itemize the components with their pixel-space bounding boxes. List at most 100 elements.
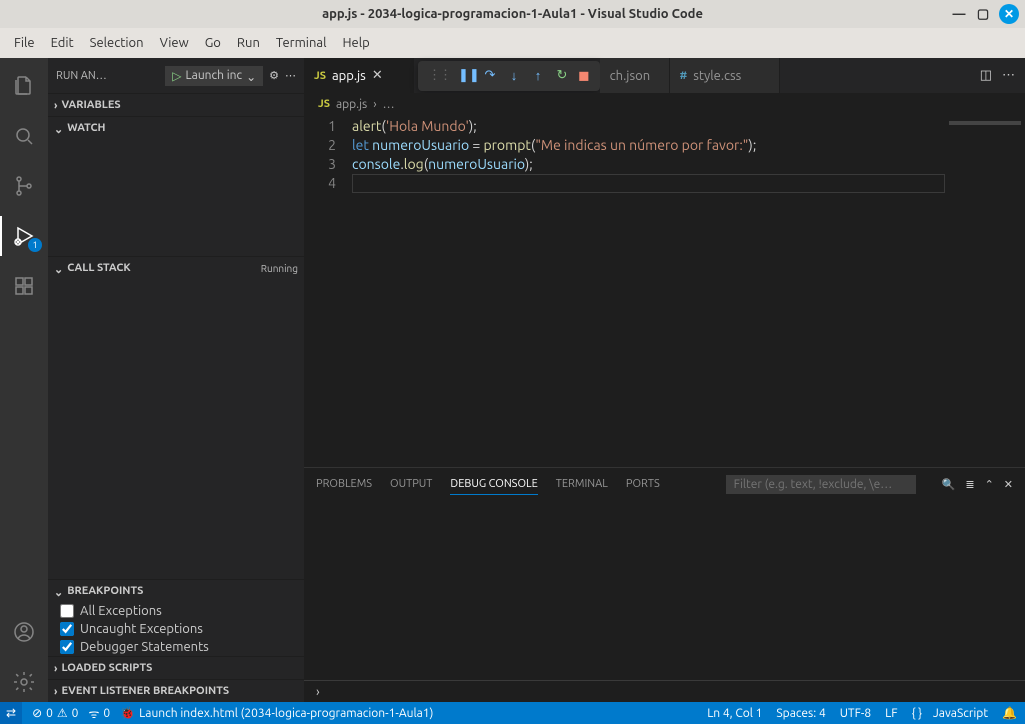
minimap[interactable] — [945, 115, 1025, 467]
debug-console-input-row[interactable]: › — [304, 680, 1025, 702]
code-line[interactable]: console.log(numeroUsuario); — [352, 155, 945, 174]
callstack-section[interactable]: ⌄CALL STACKRunning — [48, 257, 304, 279]
tab-app-js[interactable]: JS app.js ✕ — [304, 58, 414, 93]
code-area[interactable]: alert('Hola Mundo');let numeroUsuario = … — [352, 115, 945, 467]
breakpoints-list: All Exceptions Uncaught Exceptions Debugge… — [48, 602, 304, 656]
tab-style-css[interactable]: # style.css — [670, 58, 780, 93]
sidebar-title: RUN AN… — [56, 70, 159, 82]
launch-config-label: Launch inc — [186, 69, 243, 82]
chevron-down-icon: ⌄ — [54, 263, 63, 276]
step-over-icon[interactable]: ↷ — [482, 68, 498, 83]
loaded-scripts-section[interactable]: ›LOADED SCRIPTS — [48, 657, 304, 679]
breadcrumb-file: app.js — [336, 98, 367, 111]
breakpoint-label: All Exceptions — [80, 604, 162, 618]
menu-selection[interactable]: Selection — [82, 32, 152, 54]
stop-icon[interactable]: ◼ — [578, 67, 590, 84]
bottom-panel: PROBLEMS OUTPUT DEBUG CONSOLE TERMINAL P… — [304, 467, 1025, 702]
step-into-icon[interactable]: ↓ — [506, 68, 522, 83]
encoding[interactable]: UTF-8 — [840, 707, 871, 720]
code-line[interactable]: let numeroUsuario = prompt("Me indicas u… — [352, 136, 945, 155]
breakpoints-section[interactable]: ⌄BREAKPOINTS — [48, 580, 304, 602]
menu-view[interactable]: View — [152, 32, 197, 54]
tab-label: app.js — [332, 69, 366, 83]
panel-tab-ports[interactable]: PORTS — [626, 474, 660, 494]
watch-section[interactable]: ⌄WATCH — [48, 117, 304, 139]
chevron-right-icon: › — [54, 686, 57, 698]
panel-tab-output[interactable]: OUTPUT — [390, 474, 432, 494]
menu-terminal[interactable]: Terminal — [268, 32, 335, 54]
callstack-body — [48, 279, 304, 579]
panel-tabs: PROBLEMS OUTPUT DEBUG CONSOLE TERMINAL P… — [304, 468, 1025, 500]
gear-icon[interactable]: ⚙ — [269, 69, 279, 82]
line-number: 3 — [304, 155, 352, 174]
breakpoint-checkbox[interactable] — [60, 604, 74, 618]
tabs-row: JS app.js ✕ ⋮⋮ ❚❚ ↷ ↓ ↑ ↻ ◼ ch.json # st… — [304, 58, 1025, 93]
minimize-button[interactable]: — — [951, 6, 967, 22]
search-icon[interactable] — [0, 116, 48, 156]
step-out-icon[interactable]: ↑ — [530, 68, 546, 83]
settings-gear-icon[interactable] — [0, 662, 48, 702]
menu-file[interactable]: File — [6, 32, 43, 54]
debug-icon: 🐞 — [120, 706, 135, 720]
variables-section[interactable]: ›VARIABLES — [48, 94, 304, 116]
breakpoint-checkbox[interactable] — [60, 622, 74, 636]
antenna-icon: ᯤ — [88, 705, 99, 722]
menu-bar: File Edit Selection View Go Run Terminal… — [0, 28, 1025, 58]
panel-tab-terminal[interactable]: TERMINAL — [556, 474, 608, 494]
drag-handle-icon[interactable]: ⋮⋮ — [428, 68, 450, 83]
event-listener-breakpoints-section[interactable]: ›EVENT LISTENER BREAKPOINTS — [48, 680, 304, 702]
eol[interactable]: LF — [885, 707, 897, 720]
launch-config-selector[interactable]: ▷ Launch inc ⌄ — [165, 66, 263, 86]
chevron-right-icon: › — [316, 685, 320, 699]
breakpoint-checkbox[interactable] — [60, 640, 74, 654]
menu-go[interactable]: Go — [197, 32, 229, 54]
split-editor-icon[interactable]: ◫ — [980, 68, 992, 83]
breadcrumb-sep: › — [373, 98, 376, 111]
close-window-button[interactable]: ✕ — [999, 4, 1019, 24]
notifications-icon[interactable]: 🔔 — [1002, 706, 1017, 720]
source-control-icon[interactable] — [0, 166, 48, 206]
extensions-icon[interactable] — [0, 266, 48, 306]
remote-button[interactable]: ⇄ — [0, 702, 22, 724]
editor-body[interactable]: 1234 alert('Hola Mundo');let numeroUsuar… — [304, 115, 1025, 467]
errors-warnings[interactable]: ⊘0 ⚠0 — [32, 706, 78, 720]
breadcrumbs[interactable]: JS app.js › … — [304, 93, 1025, 115]
close-tab-icon[interactable]: ✕ — [372, 68, 383, 83]
cursor-position[interactable]: Ln 4, Col 1 — [707, 707, 762, 720]
code-line[interactable]: alert('Hola Mundo'); — [352, 117, 945, 136]
breakpoint-item[interactable]: Uncaught Exceptions — [48, 620, 304, 638]
remote-icon: ⇄ — [6, 706, 16, 720]
more-actions-icon[interactable]: ⋯ — [1002, 68, 1015, 83]
ports-status[interactable]: ᯤ0 — [88, 705, 110, 722]
indentation[interactable]: Spaces: 4 — [776, 707, 825, 720]
chevron-down-icon: ⌄ — [54, 586, 63, 599]
chevron-down-icon: ⌄ — [54, 123, 63, 136]
debug-console-filter-input[interactable] — [726, 475, 916, 494]
run-debug-icon[interactable]: 1 — [0, 216, 48, 256]
debug-launch-status[interactable]: 🐞Launch index.html (2034-logica-programa… — [120, 706, 433, 720]
pause-icon[interactable]: ❚❚ — [458, 68, 474, 83]
close-panel-icon[interactable]: ✕ — [1004, 478, 1013, 491]
panel-tab-debug-console[interactable]: DEBUG CONSOLE — [450, 474, 537, 495]
accounts-icon[interactable] — [0, 612, 48, 652]
maximize-button[interactable]: ▢ — [975, 6, 991, 22]
menu-help[interactable]: Help — [334, 32, 377, 54]
debug-toolbar[interactable]: ⋮⋮ ❚❚ ↷ ↓ ↑ ↻ ◼ — [418, 61, 600, 91]
breakpoint-item[interactable]: Debugger Statements — [48, 638, 304, 656]
debug-console-body[interactable] — [304, 500, 1025, 680]
explorer-icon[interactable] — [0, 66, 48, 106]
window-title: app.js - 2034-logica-programacion-1-Aula… — [322, 7, 703, 21]
more-icon[interactable]: ⋯ — [285, 69, 296, 82]
filter-icon[interactable]: ≣ — [965, 478, 974, 491]
breakpoint-label: Uncaught Exceptions — [80, 622, 203, 636]
restart-icon[interactable]: ↻ — [554, 68, 570, 83]
breakpoint-item[interactable]: All Exceptions — [48, 602, 304, 620]
menu-edit[interactable]: Edit — [43, 32, 82, 54]
search-icon[interactable]: 🔍 — [942, 478, 956, 491]
collapse-panel-icon[interactable]: ⌃ — [985, 478, 994, 491]
tab-launch-json[interactable]: ch.json — [600, 58, 670, 93]
breadcrumb-ellipsis: … — [383, 98, 395, 111]
menu-run[interactable]: Run — [229, 32, 268, 54]
panel-tab-problems[interactable]: PROBLEMS — [316, 474, 372, 494]
language-mode[interactable]: { } JavaScript — [912, 707, 988, 720]
